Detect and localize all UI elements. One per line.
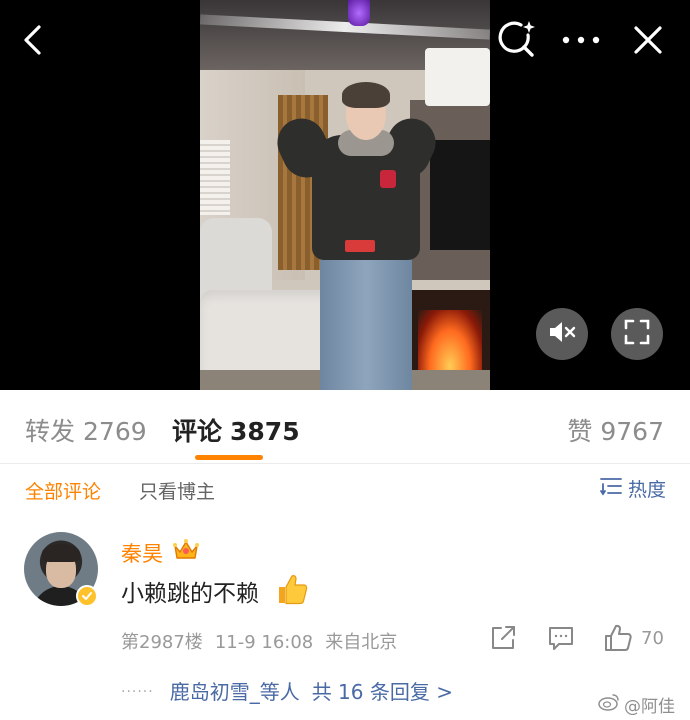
filter-author-only[interactable]: 只看博主 <box>139 477 215 504</box>
like-label: 赞 <box>567 417 593 446</box>
comment-count: 3875 <box>230 417 300 446</box>
muted-speaker-icon <box>548 320 576 348</box>
mute-button[interactable] <box>536 308 588 360</box>
view-all-replies-link[interactable]: 共 16 条回复 > <box>312 680 453 704</box>
like-count-total: 9767 <box>600 417 664 446</box>
comment-like-count: 70 <box>641 628 664 649</box>
thumbs-up-emoji-icon <box>275 572 309 606</box>
fullscreen-icon <box>624 319 650 349</box>
active-tab-indicator <box>195 455 263 460</box>
repost-label: 转发 <box>25 417 76 446</box>
comment-location: 来自北京 <box>325 632 398 653</box>
comment-label: 评论 <box>172 417 223 446</box>
tab-like[interactable]: 赞 9767 <box>567 412 664 448</box>
reply-dots-icon: ······ <box>121 684 154 700</box>
reply-comment-icon[interactable] <box>546 623 576 653</box>
sort-label: 热度 <box>627 479 666 501</box>
reply-suffix: 等人 <box>259 680 300 704</box>
sort-icon <box>600 476 622 501</box>
comment-text: 小赖跳的不赖 <box>121 581 259 607</box>
crown-icon <box>172 537 200 563</box>
replies-preview[interactable]: ······ 鹿岛初雪_等人共 16 条回复 > <box>121 676 453 705</box>
share-icon[interactable] <box>488 623 518 653</box>
comment-username[interactable]: 秦昊 <box>121 538 163 568</box>
watermark: @阿佳 <box>598 692 675 717</box>
lens-search-icon[interactable] <box>496 18 538 60</box>
comment-meta: 第2987楼 11-9 16:08 来自北京 <box>121 628 397 654</box>
verified-badge-icon <box>76 585 98 607</box>
weibo-logo-icon <box>598 693 620 716</box>
more-icon[interactable] <box>558 22 604 58</box>
sort-by-hot-button[interactable]: 热度 <box>600 475 666 502</box>
close-icon[interactable] <box>628 20 668 60</box>
comment-filter-row: 全部评论 只看博主 热度 <box>0 466 690 512</box>
comment-date: 11-9 16:08 <box>214 632 314 653</box>
fullscreen-button[interactable] <box>611 308 663 360</box>
reply-usernames[interactable]: 鹿岛初雪_ <box>170 680 260 704</box>
watermark-text: @阿佳 <box>624 697 675 717</box>
like-thumb-icon[interactable] <box>603 623 633 653</box>
repost-count: 2769 <box>83 417 147 446</box>
tab-comment[interactable]: 评论 3875 <box>172 412 300 448</box>
back-icon[interactable] <box>16 22 52 58</box>
stats-tab-bar: 转发 2769 评论 3875 赞 9767 <box>0 390 690 464</box>
video-player[interactable] <box>0 0 690 390</box>
tab-repost[interactable]: 转发 2769 <box>25 412 147 448</box>
filter-all-comments[interactable]: 全部评论 <box>25 477 101 504</box>
video-frame[interactable] <box>200 0 490 390</box>
comment-floor: 第2987楼 <box>121 632 203 653</box>
